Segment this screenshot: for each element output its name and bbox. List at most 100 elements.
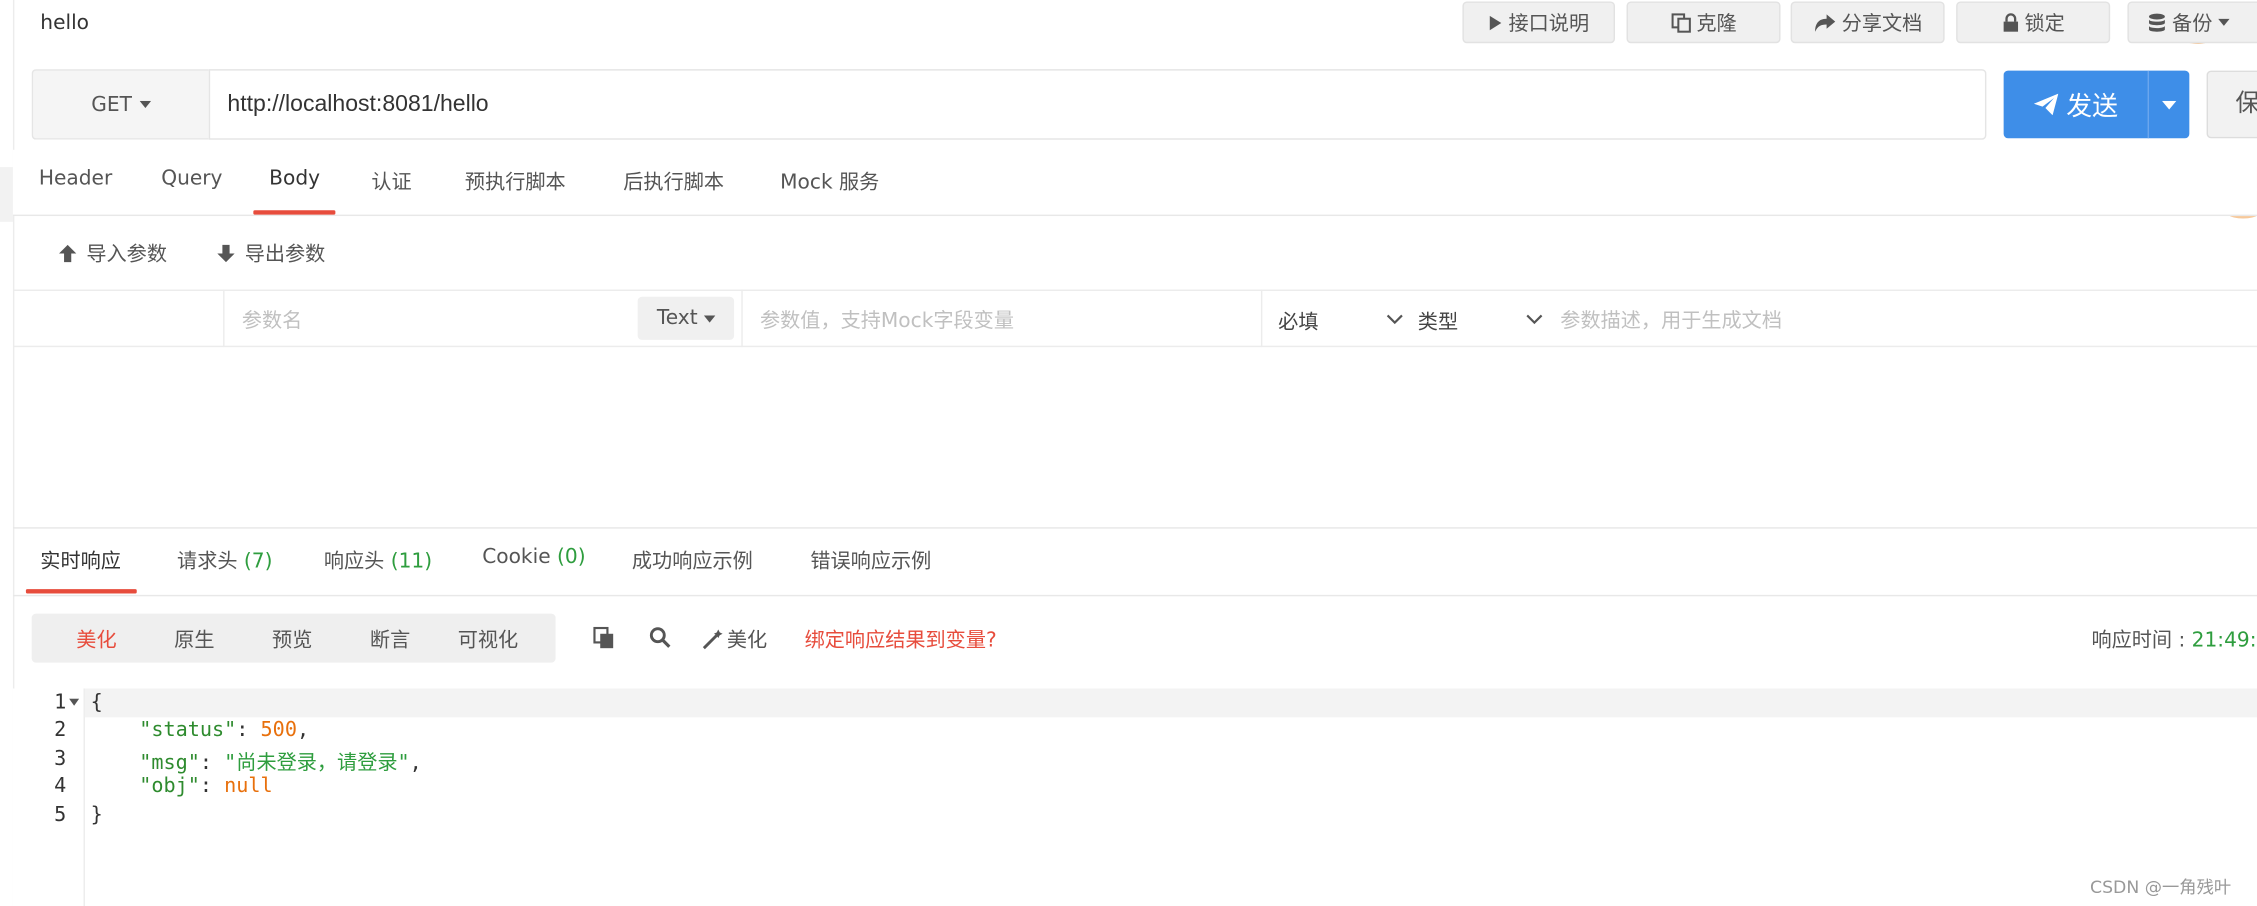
- param-row: [12, 289, 2257, 348]
- method-value: GET: [91, 92, 132, 116]
- active-line-highlight: [84, 688, 2257, 718]
- request-headers-count: (7): [243, 550, 273, 574]
- type-select[interactable]: 类型: [1418, 307, 1458, 336]
- database-icon: [2149, 12, 2165, 31]
- export-params-button[interactable]: 导出参数: [216, 239, 325, 268]
- response-time-value: 21:49:2: [2191, 629, 2257, 653]
- lock-icon: [2002, 12, 2018, 31]
- required-select[interactable]: 必填: [1278, 307, 1318, 336]
- tab-post-script[interactable]: 后执行脚本: [623, 167, 724, 196]
- save-button[interactable]: 保: [2206, 70, 2257, 139]
- tab-mock[interactable]: Mock 服务: [780, 167, 879, 196]
- tab-body[interactable]: Body: [269, 167, 320, 190]
- view-assert[interactable]: 断言: [370, 625, 410, 654]
- tab-response-headers[interactable]: 响应头 (11): [324, 546, 432, 575]
- share-doc-button[interactable]: 分享文档: [1790, 1, 1945, 44]
- backup-button[interactable]: 备份: [2127, 1, 2257, 44]
- code-line[interactable]: "status": 500,: [91, 719, 309, 742]
- left-edge-shade: [0, 167, 13, 222]
- tab-cookie[interactable]: Cookie (0): [482, 546, 585, 569]
- line-number: 1: [54, 691, 67, 715]
- code-line[interactable]: }: [91, 804, 103, 827]
- lock-label: 锁定: [2024, 12, 2065, 36]
- line-number: 4: [54, 774, 67, 798]
- lock-button[interactable]: 锁定: [1956, 1, 2111, 44]
- tab-success-example[interactable]: 成功响应示例: [632, 546, 753, 575]
- play-icon: [1489, 15, 1502, 30]
- view-preview[interactable]: 预览: [272, 625, 312, 654]
- clone-label: 克隆: [1696, 12, 1737, 36]
- tab-response-headers-label: 响应头: [323, 550, 385, 574]
- caret-down-icon: [2161, 100, 2177, 109]
- json-key: "msg": [139, 751, 200, 775]
- line-number: 5: [54, 803, 67, 827]
- method-select[interactable]: GET: [31, 69, 209, 140]
- arrow-down-icon: [217, 244, 235, 263]
- request-tabs: Header Query Body 认证 预执行脚本 后执行脚本 Mock 服务: [12, 149, 2257, 217]
- beautify-label: 美化: [726, 629, 768, 653]
- cookie-count: (0): [557, 545, 586, 569]
- send-dropdown-toggle[interactable]: [2149, 100, 2189, 109]
- tab-auth[interactable]: 认证: [371, 167, 411, 196]
- search-icon[interactable]: [649, 627, 671, 650]
- share-doc-label: 分享文档: [1841, 12, 1923, 36]
- json-key: "obj": [139, 774, 200, 798]
- copy-icon[interactable]: [593, 626, 615, 650]
- chevron-down-icon[interactable]: [1386, 314, 1403, 326]
- copy-icon: [1670, 12, 1691, 32]
- param-desc-input[interactable]: 参数描述，用于生成文档: [1560, 305, 1782, 334]
- tab-request-headers[interactable]: 请求头 (7): [177, 546, 272, 575]
- code-line[interactable]: "obj": null: [91, 775, 273, 798]
- beautify-button[interactable]: 美化: [702, 625, 767, 654]
- tab-cookie-label: Cookie: [482, 545, 551, 569]
- code-line[interactable]: {: [91, 691, 103, 714]
- tab-query[interactable]: Query: [161, 167, 222, 190]
- param-type-value: Text: [656, 306, 698, 330]
- tab-header[interactable]: Header: [39, 167, 112, 190]
- import-params-button[interactable]: 导入参数: [58, 239, 167, 268]
- cell-divider: [223, 289, 225, 348]
- param-name-input[interactable]: 参数名: [242, 305, 302, 334]
- send-button[interactable]: 发送: [2003, 70, 2190, 139]
- share-icon: [1814, 13, 1835, 31]
- tab-pre-script[interactable]: 预执行脚本: [465, 167, 566, 196]
- api-doc-button[interactable]: 接口说明: [1462, 1, 1616, 44]
- view-beautify[interactable]: 美化: [76, 625, 116, 654]
- bind-response-link[interactable]: 绑定响应结果到变量?: [805, 625, 997, 654]
- caret-down-icon: [703, 314, 715, 322]
- api-doc-label: 接口说明: [1508, 12, 1590, 36]
- active-tab-indicator: [253, 210, 336, 215]
- caret-down-icon: [139, 100, 151, 109]
- caret-down-icon: [2218, 18, 2230, 26]
- tab-error-example[interactable]: 错误响应示例: [810, 546, 931, 575]
- response-time-label: 响应时间 :: [2091, 629, 2192, 653]
- import-params-label: 导入参数: [86, 243, 167, 267]
- json-key: "status": [139, 718, 237, 742]
- code-line[interactable]: "msg": "尚未登录，请登录",: [91, 748, 422, 777]
- chevron-down-icon[interactable]: [1526, 314, 1543, 326]
- json-string: "尚未登录，请登录": [224, 751, 410, 775]
- api-title: hello: [40, 11, 90, 35]
- view-visualize[interactable]: 可视化: [458, 625, 518, 654]
- cell-divider: [1260, 289, 1263, 348]
- url-input[interactable]: http://localhost:8081/hello: [208, 69, 1987, 140]
- response-headers-count: (11): [390, 550, 433, 574]
- clone-button[interactable]: 克隆: [1626, 1, 1781, 44]
- fold-caret-icon[interactable]: [69, 698, 80, 706]
- line-number: 3: [54, 747, 67, 771]
- cell-divider: [741, 289, 743, 348]
- paper-plane-icon: [2033, 93, 2058, 116]
- tab-request-headers-label: 请求头: [177, 550, 238, 574]
- param-value-input[interactable]: 参数值，支持Mock字段变量: [760, 305, 1014, 334]
- line-number: 2: [54, 718, 67, 742]
- arrow-up-icon: [59, 244, 77, 263]
- backup-label: 备份: [2172, 12, 2213, 36]
- view-raw[interactable]: 原生: [174, 625, 214, 654]
- send-main[interactable]: 发送: [2004, 86, 2148, 123]
- tab-realtime-response[interactable]: 实时响应: [40, 546, 121, 575]
- param-type-select[interactable]: Text: [637, 296, 735, 340]
- json-null: null: [224, 774, 273, 798]
- send-label: 发送: [2066, 91, 2119, 122]
- active-tab-indicator: [25, 589, 137, 594]
- json-number: 500: [260, 718, 297, 742]
